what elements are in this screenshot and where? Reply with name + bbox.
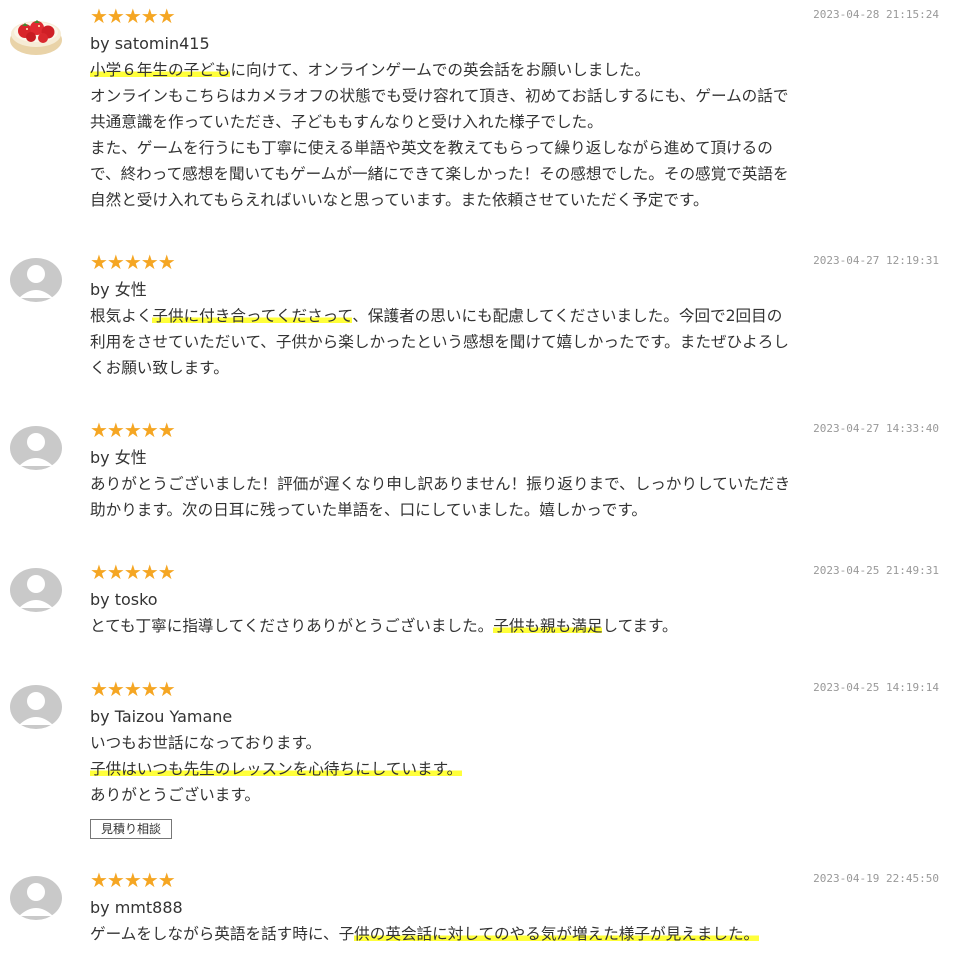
highlight: 子供に付き合ってくださって xyxy=(152,307,353,325)
reviewer-avatar[interactable] xyxy=(9,12,63,56)
review-text: 根気よく子供に付き合ってくださって、保護者の思いにも配慮してくださいました。今回… xyxy=(90,303,942,381)
highlight: 小学６年生の子ども xyxy=(90,61,231,79)
reviewer-name[interactable]: by 女性 xyxy=(90,446,147,470)
review-line: とても丁寧に指導してくださりありがとうございました。子供も親も満足してます。 xyxy=(90,617,678,635)
default-user-icon xyxy=(10,568,62,612)
reviewer-name[interactable]: by tosko xyxy=(90,588,158,612)
review-line: 小学６年生の子どもに向けて、オンラインゲームでの英会話をお願いしました。 xyxy=(90,61,651,79)
review-line: 利用をさせていただいて、子供から楽しかったという感想を聞けて嬉しかったです。また… xyxy=(90,333,789,351)
highlight: 供の英会話に対してのやる気が増えた様子が見えました。 xyxy=(354,925,760,943)
default-user-icon xyxy=(10,876,62,920)
review-line: 子供はいつも先生のレッスンを心待ちにしています。 xyxy=(90,756,942,782)
star-rating: ★★★★★ xyxy=(90,418,176,442)
star-rating: ★★★★★ xyxy=(90,560,176,584)
review-text: ゲームをしながら英語を話す時に、子供の英会話に対してのやる気が増えた様子が見えま… xyxy=(90,921,942,947)
review-line: また、ゲームを行うにも丁寧に使える単語や英文を教えてもらって繰り返しながら進めて… xyxy=(90,139,773,157)
reviewer-name[interactable]: by mmt888 xyxy=(90,896,183,920)
review-line: で、終わって感想を聞いてもゲームが一緒にできて楽しかった！その感想でした。その感… xyxy=(90,165,789,183)
review-date: 2023-04-25 14:19:14 xyxy=(813,681,939,694)
star-rating: ★★★★★ xyxy=(90,677,176,701)
review-line: 自然と受け入れてもらえればいいなと思っています。また依頼させていただく予定です。 xyxy=(90,191,709,209)
default-user-icon xyxy=(10,258,62,302)
review-line: いつもお世話になっております。 xyxy=(90,734,322,752)
review-line: くお願い致します。 xyxy=(90,359,229,377)
review-line: オンラインもこちらはカメラオフの状態でも受け容れて頂き、初めてお話しするにも、ゲ… xyxy=(90,87,789,105)
review-line: ありがとうございます。 xyxy=(90,786,260,804)
review-text: いつもお世話になっております。 子供はいつも先生のレッスンを心待ちにしています。… xyxy=(90,730,942,808)
highlight: 子供も親も満足 xyxy=(493,617,603,635)
review-text: とても丁寧に指導してくださりありがとうございました。子供も親も満足してます。 xyxy=(90,613,942,639)
reviewer-name[interactable]: by satomin415 xyxy=(90,32,210,56)
strawberry-cake-icon xyxy=(10,20,62,55)
review-text: 小学６年生の子どもに向けて、オンラインゲームでの英会話をお願いしました。 オンラ… xyxy=(90,57,942,213)
review-line: 根気よく子供に付き合ってくださって、保護者の思いにも配慮してくださいました。今回… xyxy=(90,307,783,325)
default-user-icon xyxy=(10,685,62,729)
reviewer-avatar[interactable] xyxy=(9,258,63,302)
review-date: 2023-04-27 14:33:40 xyxy=(813,422,939,435)
review-date: 2023-04-19 22:45:50 xyxy=(813,872,939,885)
star-rating: ★★★★★ xyxy=(90,4,176,28)
review-line: ありがとうございました！評価が遅くなり申し訳ありません！振り返りまで、しっかりし… xyxy=(90,475,791,493)
reviewer-name[interactable]: by 女性 xyxy=(90,278,147,302)
star-rating: ★★★★★ xyxy=(90,868,176,892)
reviewer-avatar[interactable] xyxy=(9,685,63,729)
highlight: 子供はいつも先生のレッスンを心待ちにしています。 xyxy=(90,760,463,778)
review-line: 助かります。次の日耳に残っていた単語を、口にしていました。嬉しかっです。 xyxy=(90,501,648,519)
review-line: 共通意識を作っていただき、子どももすんなりと受け入れた様子でした。 xyxy=(90,113,603,131)
reviewer-avatar[interactable] xyxy=(9,876,63,920)
review-line: ゲームをしながら英語を話す時に、子供の英会話に対してのやる気が増えた様子が見えま… xyxy=(90,925,760,943)
default-user-icon xyxy=(10,426,62,470)
review-text: ありがとうございました！評価が遅くなり申し訳ありません！振り返りまで、しっかりし… xyxy=(90,471,942,523)
reviewer-name[interactable]: by Taizou Yamane xyxy=(90,705,232,729)
reviewer-avatar[interactable] xyxy=(9,568,63,612)
star-rating: ★★★★★ xyxy=(90,250,176,274)
reviewer-avatar[interactable] xyxy=(9,426,63,470)
review-date: 2023-04-28 21:15:24 xyxy=(813,8,939,21)
review-date: 2023-04-25 21:49:31 xyxy=(813,564,939,577)
estimate-consultation-button[interactable]: 見積り相談 xyxy=(90,819,173,839)
review-date: 2023-04-27 12:19:31 xyxy=(813,254,939,267)
